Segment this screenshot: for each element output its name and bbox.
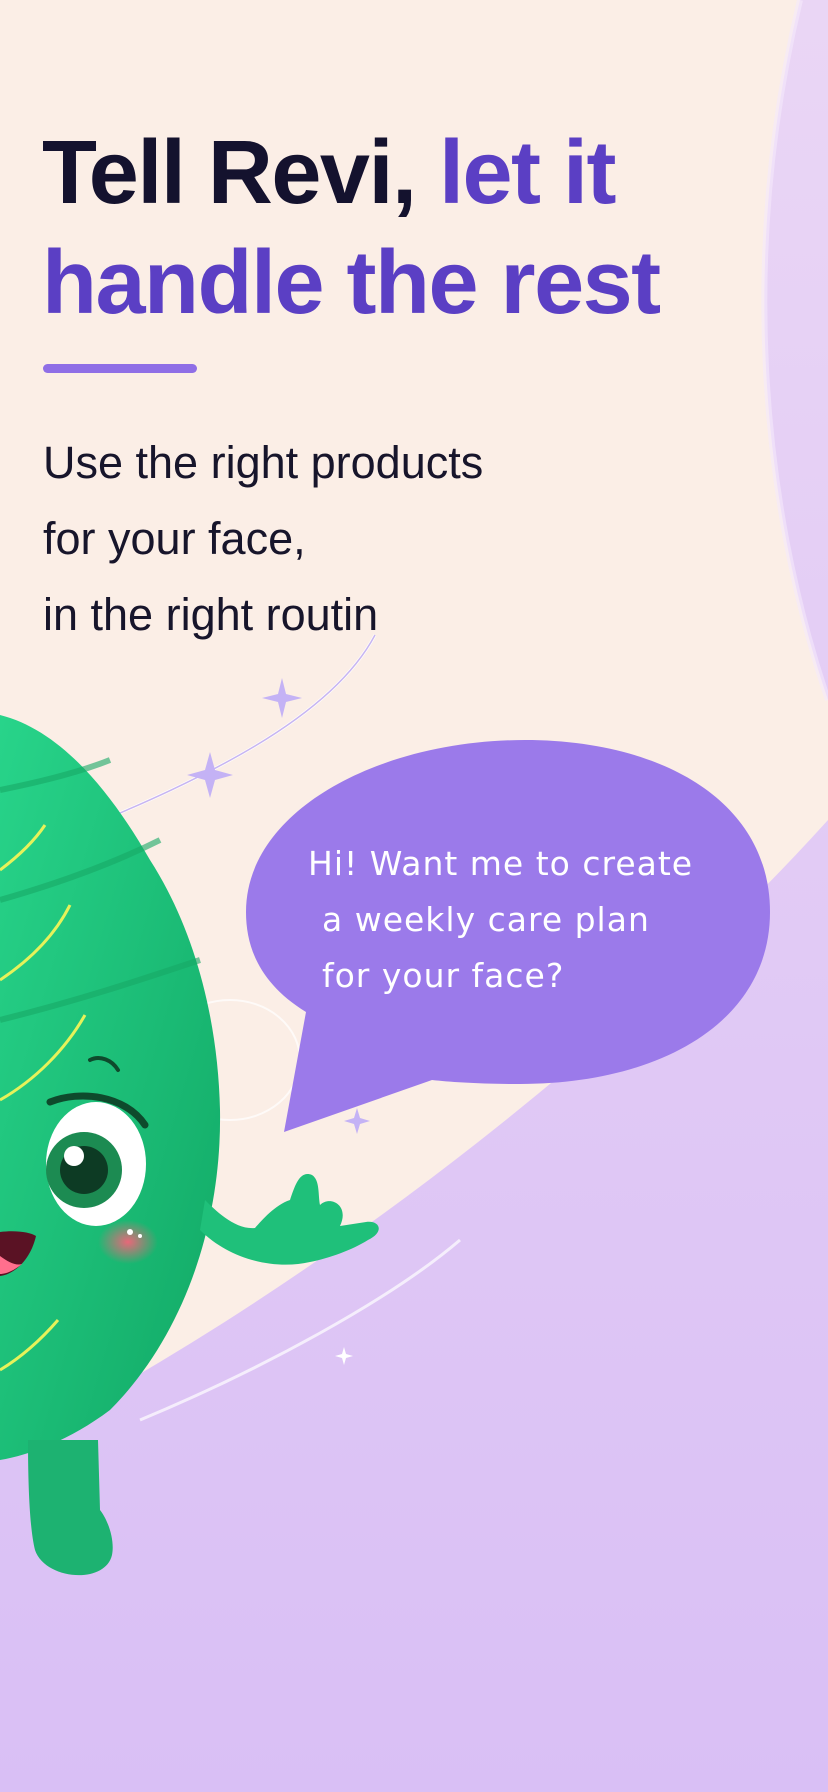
subtitle-line-3: in the right routin [43, 589, 379, 640]
headline-part-dark: Tell Revi, [42, 123, 439, 223]
subtitle-line-1: Use the right products [43, 437, 484, 488]
sparkle-icon [187, 752, 233, 798]
subtitle-line-2: for your face, [43, 513, 306, 564]
headline: Tell Revi, let it handle the rest [42, 118, 802, 338]
bubble-line-3: for your face? [322, 956, 565, 995]
bubble-line-1: Hi! Want me to create [308, 844, 694, 883]
speech-bubble-text: Hi! Want me to create a weekly care plan… [308, 836, 768, 1004]
subtitle: Use the right products for your face, in… [43, 425, 643, 653]
bubble-line-2: a weekly care plan [322, 900, 650, 939]
sparkle-icon [262, 678, 302, 718]
headline-divider [43, 364, 197, 373]
mascot-blush [98, 1220, 158, 1264]
sparkle-icon [344, 1108, 370, 1134]
